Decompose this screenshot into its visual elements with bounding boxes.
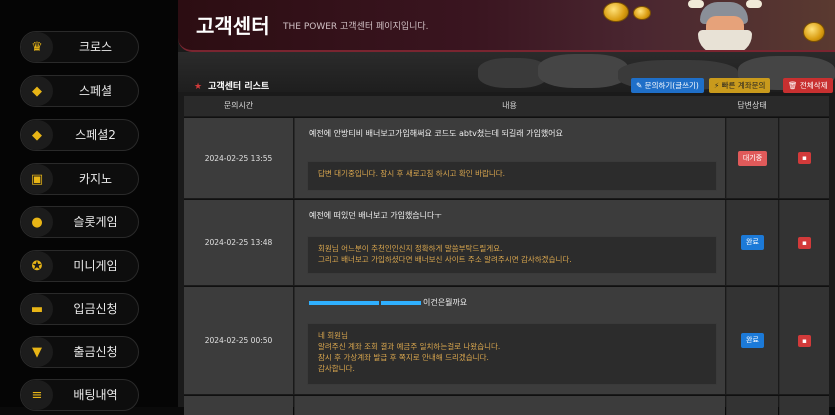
sidebar-item-label: 미니게임 — [73, 259, 118, 273]
header-banner: 고객센터 THE POWER 고객센터 페이지입니다. — [178, 0, 835, 52]
sidebar-item-slot[interactable]: ● 슬롯게임 — [20, 206, 139, 238]
coin-decoration — [603, 2, 629, 22]
table-row: 2024-02-25 13:55 예전에 안방티비 배너보고가입해써요 코드도 … — [184, 117, 829, 198]
status-badge: 완료 — [741, 235, 764, 250]
sidebar-item-withdraw[interactable]: ▼ 출금신청 — [20, 336, 139, 368]
inquiry-question: 예전에 안방티비 배너보고가입해써요 코드도 abtv쳤는데 되길래 가입했어요 — [309, 129, 563, 138]
status-badge: 대기중 — [737, 150, 768, 166]
inquiry-time: 2024-02-25 13:48 — [184, 200, 293, 285]
status-badge: 완료 — [741, 333, 764, 348]
mascot-image — [678, 0, 788, 50]
page-subtitle: THE POWER 고객센터 페이지입니다. — [283, 22, 429, 32]
delete-icon[interactable]: ▪ — [798, 152, 811, 164]
inquiry-question: 예전에 떠있던 배너보고 가입했습니다ㅜ — [309, 211, 442, 220]
wallet-icon: ▬ — [21, 294, 53, 324]
write-inquiry-button[interactable]: ✎ 문의하기(글쓰기) — [631, 78, 704, 93]
column-header-status: 답변상태 — [737, 101, 767, 110]
sidebar-item-label: 크로스 — [78, 40, 113, 54]
column-header-time: 문의시간 — [223, 101, 254, 110]
sidebar-item-label: 스페셜 — [78, 84, 113, 98]
redacted-text — [381, 300, 421, 305]
table-row: 2024-02-25 00:50 이건은뭘까요 네 회원님 알려주신 계좌 조회… — [184, 286, 829, 394]
redacted-text — [309, 300, 379, 305]
delete-all-button[interactable]: 🗑 전체삭제 — [783, 78, 833, 93]
sidebar-item-label: 슬롯게임 — [73, 215, 118, 229]
delete-icon[interactable]: ▪ — [798, 334, 811, 347]
medal-icon: ✪ — [21, 251, 53, 281]
sidebar-item-label: 카지노 — [78, 172, 113, 186]
sidebar-item-special2[interactable]: ◆ 스페셜2 — [20, 119, 139, 151]
diamond-icon: ◆ — [21, 76, 53, 106]
sidebar-item-label: 스페셜2 — [75, 128, 116, 142]
sidebar-item-label: 입금신청 — [73, 302, 118, 316]
delete-icon[interactable]: ▪ — [798, 236, 811, 249]
diamond-icon: ◆ — [21, 120, 53, 150]
coins-icon: ≡ — [21, 380, 53, 410]
inquiry-time: 2024-02-25 13:55 — [184, 118, 293, 198]
list-title: ★ 고객센터 리스트 — [194, 82, 270, 92]
withdraw-icon: ▼ — [21, 337, 53, 367]
sidebar-item-minigame[interactable]: ✪ 미니게임 — [20, 250, 139, 282]
sidebar-item-deposit[interactable]: ▬ 입금신청 — [20, 293, 139, 325]
inquiry-content[interactable]: 예전에 떠있던 배너보고 가입했습니다ㅜ 회원님 어느분이 추천인인신지 정확하… — [294, 200, 725, 285]
column-header-content: 내용 — [502, 101, 517, 110]
cherry-icon: ● — [21, 207, 53, 237]
inquiry-content[interactable]: 예전에 안방티비 배너보고가입해써요 코드도 abtv쳤는데 되길래 가입했어요… — [294, 118, 725, 198]
quick-account-inquiry-button[interactable]: ⚡ 빠른 계좌문의 — [709, 78, 771, 93]
cards-icon: ▣ — [21, 164, 53, 194]
table-row: 2024-02-25 13:48 예전에 떠있던 배너보고 가입했습니다ㅜ 회원… — [184, 199, 829, 285]
sidebar-item-cross[interactable]: ♛ 크로스 — [20, 31, 139, 63]
inquiry-question: 이건은뭘까요 — [309, 297, 467, 308]
inquiry-answer: 네 회원님 알려주신 계좌 조회 결과 예금주 일치하는걸로 나왔습니다. 잠시… — [307, 323, 717, 385]
sidebar-item-label: 출금신청 — [73, 345, 118, 359]
coin-decoration — [803, 22, 825, 42]
inquiry-time: 2024-02-25 00:50 — [184, 287, 293, 394]
inquiry-answer: 답변 대기중입니다. 잠시 후 새로고침 하시고 확인 바랍니다. — [307, 161, 717, 191]
crown-icon: ♛ — [21, 32, 53, 62]
inquiry-content[interactable]: 이건은뭘까요 네 회원님 알려주신 계좌 조회 결과 예금주 일치하는걸로 나왔… — [294, 287, 725, 394]
sidebar-item-betting[interactable]: ≡ 배팅내역 — [20, 379, 139, 411]
inquiry-answer: 회원님 어느분이 추천인인신지 정확하게 말씀부탁드릴게요. 그리고 배너보고 … — [307, 236, 717, 274]
sidebar-item-special[interactable]: ◆ 스페셜 — [20, 75, 139, 107]
table-row — [184, 395, 829, 415]
star-icon: ★ — [194, 82, 203, 92]
main-content: 고객센터 THE POWER 고객센터 페이지입니다. ★ 고객센터 리스트 ✎ … — [178, 0, 835, 415]
table-header: 문의시간 내용 답변상태 — [184, 96, 829, 116]
page-title: 고객센터 — [196, 14, 270, 38]
sidebar: ♛ 크로스 ◆ 스페셜 ◆ 스페셜2 ▣ 카지노 ● 슬롯게임 ✪ 미니게임 ▬… — [0, 0, 178, 411]
sidebar-item-label: 배팅내역 — [73, 388, 118, 402]
coin-decoration — [633, 6, 651, 20]
sidebar-item-casino[interactable]: ▣ 카지노 — [20, 163, 139, 195]
